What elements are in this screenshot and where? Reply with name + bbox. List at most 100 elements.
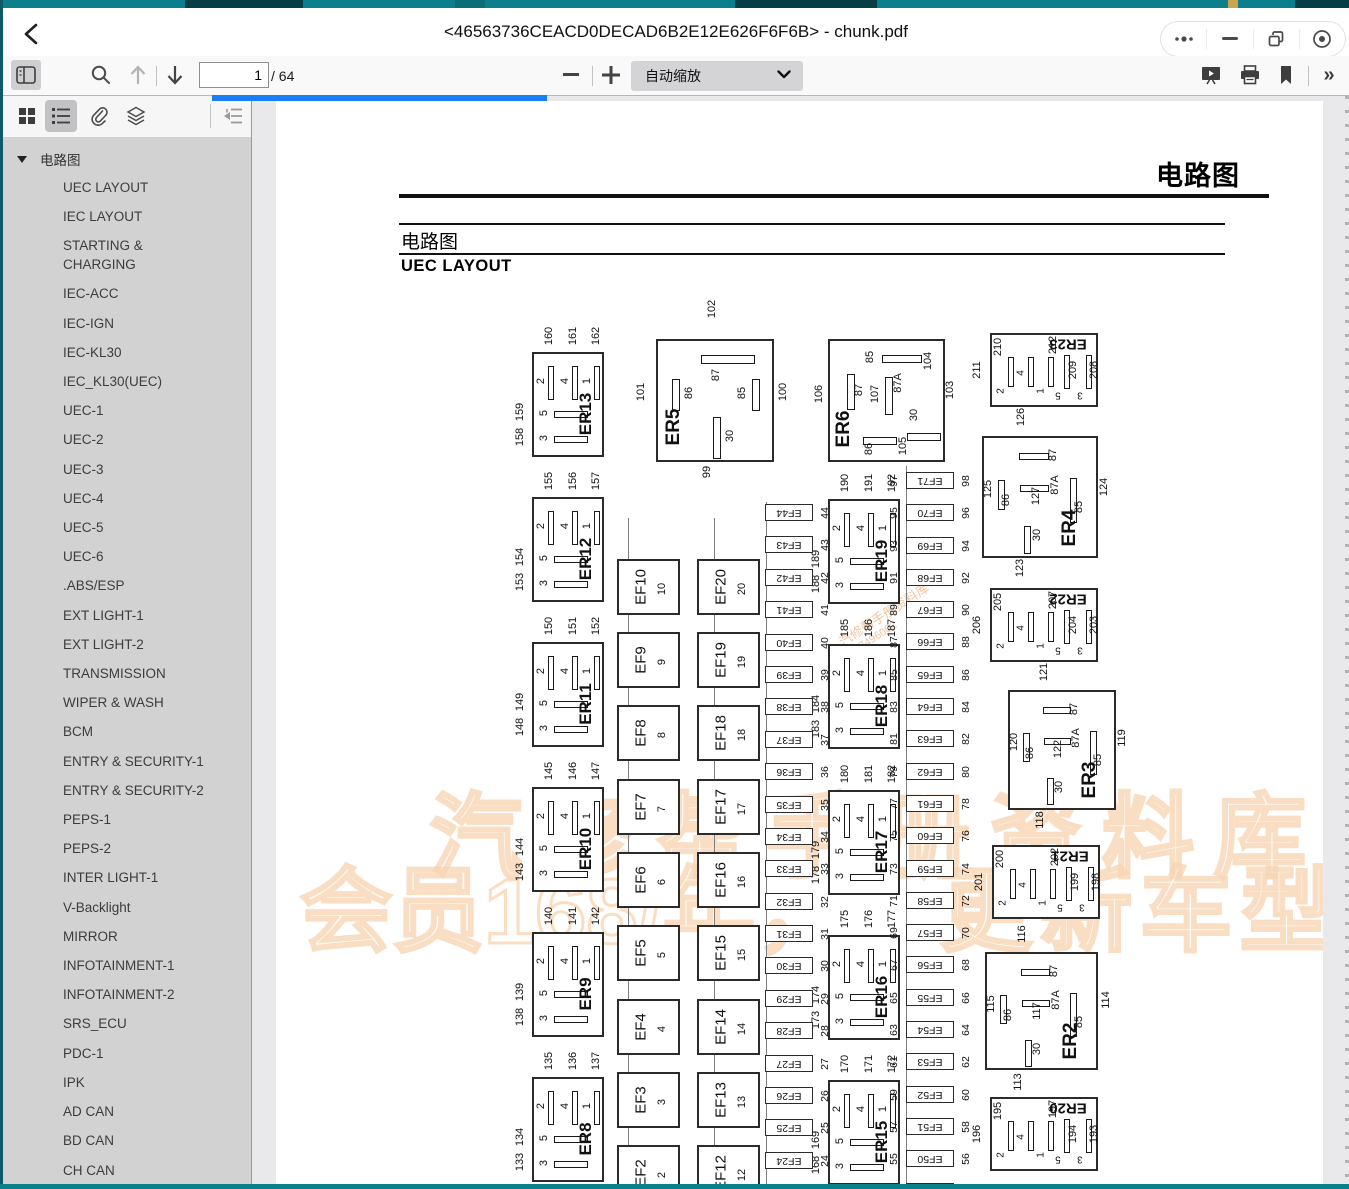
position-number: 159: [514, 403, 526, 421]
pin-label: 115: [985, 995, 997, 1013]
search-button[interactable]: [86, 60, 116, 90]
position-number: 181: [863, 765, 875, 783]
fuse-label: EF31: [776, 928, 801, 940]
toc-root-item[interactable]: 电路图: [3, 137, 251, 169]
toc-item-infotainment-1[interactable]: INFOTAINMENT-1: [3, 951, 251, 980]
position-number: 90: [960, 604, 972, 616]
position-number: 39: [819, 669, 831, 681]
toc-item-uec-4[interactable]: UEC-4: [3, 484, 251, 513]
toc-item-wiper-wash[interactable]: WIPER & WASH: [3, 688, 251, 717]
next-page-button[interactable]: [160, 60, 190, 90]
toc-item-bd-can[interactable]: BD CAN: [3, 1126, 251, 1155]
zoom-out-button[interactable]: [556, 60, 586, 90]
more-button[interactable]: [1161, 22, 1206, 56]
relay-name: ER11: [576, 683, 596, 725]
toc-item-transmission[interactable]: TRANSMISSION: [3, 659, 251, 688]
toc-item-starting-charging[interactable]: STARTING &CHARGING: [3, 231, 251, 279]
window-right-edge: [1345, 96, 1349, 1184]
toc-item-peps-1[interactable]: PEPS-1: [3, 805, 251, 834]
pin-bar: [672, 379, 680, 411]
position-number: 63: [888, 1024, 900, 1036]
zoom-select[interactable]: 自动缩放: [631, 61, 803, 91]
fuse-label: EF5: [633, 939, 650, 967]
toc-item-uec-6[interactable]: UEC-6: [3, 542, 251, 571]
pin-label: 30: [1053, 781, 1065, 793]
pin-label: 3: [1077, 645, 1083, 656]
thumbnails-tab[interactable]: [11, 100, 43, 132]
sidebar-view-switcher: [3, 96, 251, 137]
fuse-label: EF53: [917, 1056, 942, 1068]
pin-label: 2: [535, 1103, 547, 1109]
current-outline-item-button[interactable]: [217, 100, 249, 132]
fuse-label: EF64: [917, 701, 942, 713]
toc-item-uec-5[interactable]: UEC-5: [3, 513, 251, 542]
toc-item-bcm[interactable]: BCM: [3, 717, 251, 746]
minimize-button[interactable]: [1207, 22, 1252, 56]
page-count-label: / 64: [271, 56, 294, 96]
toc-item-iec-kl30-uec[interactable]: IEC_KL30(UEC): [3, 367, 251, 396]
toc-item-uec-3[interactable]: UEC-3: [3, 455, 251, 484]
toc-item-ext-light-1[interactable]: EXT LIGHT-1: [3, 601, 251, 630]
prev-page-button[interactable]: [123, 60, 153, 90]
toc-item-ch-can[interactable]: CH CAN: [3, 1156, 251, 1185]
position-number: 72: [960, 895, 972, 907]
toc-item-peps-2[interactable]: PEPS-2: [3, 834, 251, 863]
layers-tab[interactable]: [120, 100, 152, 132]
print-button[interactable]: [1235, 60, 1265, 90]
zoom-in-button[interactable]: [596, 60, 626, 90]
position-number: 158: [514, 428, 526, 446]
position-number: 171: [863, 1055, 875, 1073]
fuse-number: 6: [656, 879, 668, 885]
position-number: 86: [960, 669, 972, 681]
fuse-label: EF56: [917, 959, 942, 971]
toc-item-ext-light-2[interactable]: EXT LIGHT-2: [3, 630, 251, 659]
toc-item-iec-kl30[interactable]: IEC-KL30: [3, 338, 251, 367]
toc-item-iec-acc[interactable]: IEC-ACC: [3, 279, 251, 308]
toc-item-mirror[interactable]: MIRROR: [3, 922, 251, 951]
presentation-mode-button[interactable]: [1196, 60, 1226, 90]
toc-item-entry-security-1[interactable]: ENTRY & SECURITY-1: [3, 747, 251, 776]
toc-item-ipk[interactable]: IPK: [3, 1068, 251, 1097]
toc-item-uec-layout[interactable]: UEC LAYOUT: [3, 173, 251, 202]
more-tools-button[interactable]: »: [1314, 60, 1344, 90]
toc-item-inter-light-1[interactable]: INTER LIGHT-1: [3, 863, 251, 892]
toc-item-abs-esp[interactable]: .ABS/ESP: [3, 571, 251, 600]
pin-bar: [844, 658, 850, 692]
toc-item-entry-security-2[interactable]: ENTRY & SECURITY-2: [3, 776, 251, 805]
bookmark-button[interactable]: [1271, 60, 1301, 90]
position-number: 205: [992, 593, 1004, 611]
restore-button[interactable]: [1254, 22, 1299, 56]
close-button[interactable]: [1300, 22, 1345, 56]
pin-label: 104: [922, 352, 934, 370]
toc-item-iec-ign[interactable]: IEC-IGN: [3, 309, 251, 338]
pin-bar: [844, 804, 850, 838]
outline-tab[interactable]: [45, 100, 77, 132]
printer-icon: [1239, 64, 1261, 86]
pin-bar: [1028, 612, 1034, 642]
pin-label: 107: [869, 385, 881, 403]
toc-item-infotainment-2[interactable]: INFOTAINMENT-2: [3, 980, 251, 1009]
sidebar-toggle-button[interactable]: [11, 60, 41, 90]
arrow-up-icon: [128, 64, 148, 86]
pin-label: 87A: [892, 373, 904, 393]
toc-item-uec-2[interactable]: UEC-2: [3, 425, 251, 454]
position-number: 186: [863, 619, 875, 637]
position-number: 95: [888, 507, 900, 519]
position-number: 149: [514, 693, 526, 711]
fuse-number: 18: [736, 729, 748, 741]
page-number-input[interactable]: [199, 62, 269, 88]
toc-item-uec-1[interactable]: UEC-1: [3, 396, 251, 425]
toc-item-srs-ecu[interactable]: SRS_ECU: [3, 1009, 251, 1038]
position-number: 135: [543, 1052, 555, 1070]
toc-item-iec-layout[interactable]: IEC LAYOUT: [3, 202, 251, 231]
position-number: 26: [819, 1090, 831, 1102]
pdf-viewer-area[interactable]: 汽修帮手册资料库 会员168/年， 更新车型 汽修帮手册资料库 ID:74960…: [252, 96, 1349, 1184]
position-number: 87: [888, 636, 900, 648]
attachments-tab[interactable]: [83, 100, 115, 132]
pin-label: 127: [1030, 487, 1042, 505]
toc-item-v-backlight[interactable]: V-Backlight: [3, 893, 251, 922]
pin-label: 4: [559, 378, 571, 384]
toc-item-ad-can[interactable]: AD CAN: [3, 1097, 251, 1126]
toc-item-pdc-1[interactable]: PDC-1: [3, 1039, 251, 1068]
pin-bar: [548, 1091, 554, 1125]
